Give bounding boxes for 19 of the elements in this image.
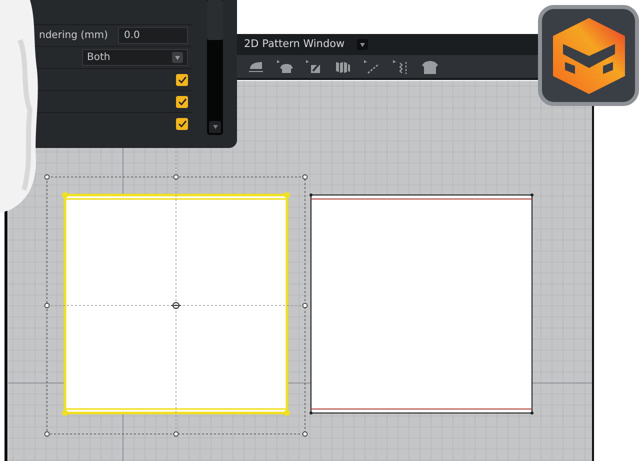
line-tool-icon[interactable] (363, 58, 381, 74)
caret-icon (212, 125, 218, 129)
caret-icon (175, 56, 180, 60)
dropdown-button[interactable] (356, 39, 368, 50)
shirt-icon[interactable] (276, 58, 294, 74)
t-shirt-icon[interactable] (421, 58, 439, 74)
caret-icon (360, 42, 365, 46)
pattern-piece[interactable] (310, 194, 534, 414)
cube-logo-icon (550, 16, 626, 96)
checkbox[interactable] (176, 118, 188, 130)
scroll-down-button[interactable] (209, 121, 221, 133)
scrollbar[interactable] (207, 0, 223, 135)
checkbox[interactable] (176, 74, 188, 86)
field-label: ndering (mm) (39, 29, 108, 43)
pattern-edit-icon[interactable] (305, 58, 323, 74)
checkbox[interactable] (176, 96, 188, 108)
dropdown-field[interactable]: Both (82, 49, 188, 66)
number-field[interactable]: 0.0 (118, 27, 188, 44)
window-title: 2D Pattern Window (244, 36, 345, 52)
